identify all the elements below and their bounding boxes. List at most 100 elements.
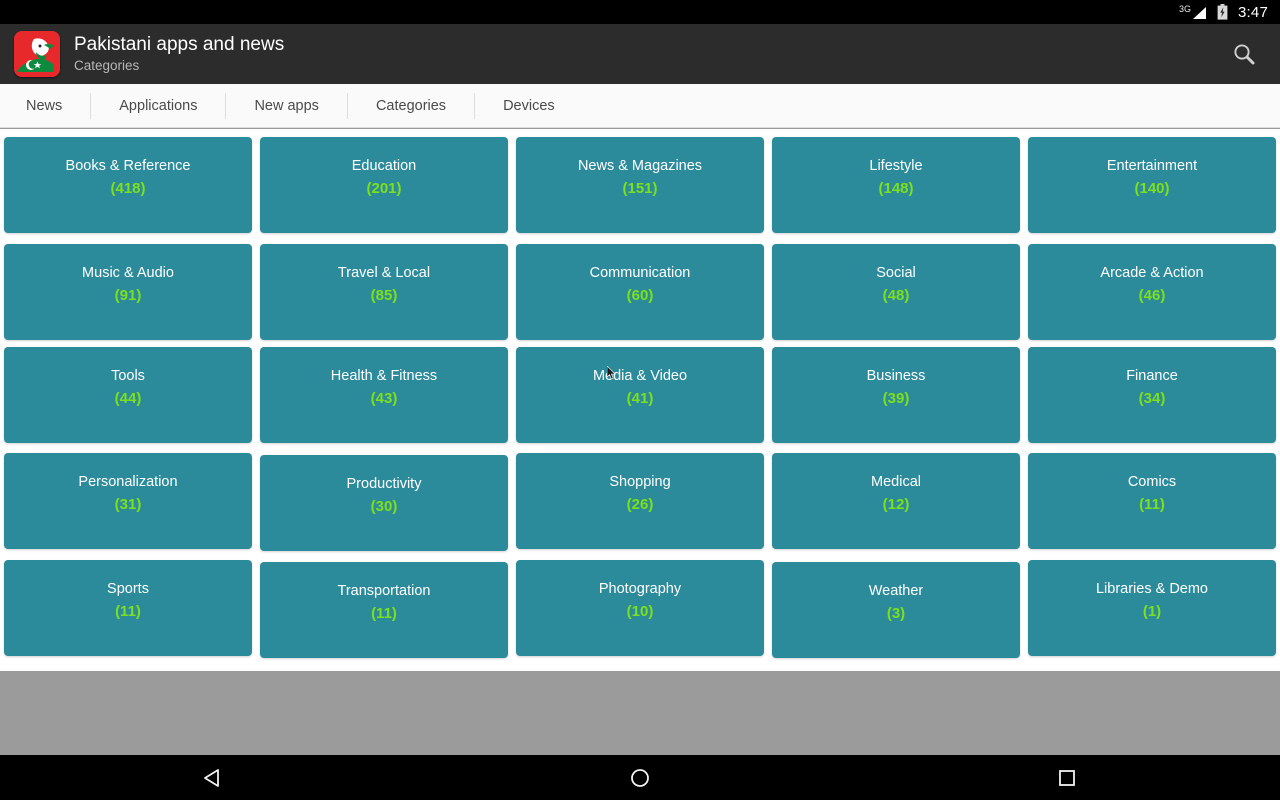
category-count: (43) xyxy=(370,390,398,407)
category-count: (3) xyxy=(886,605,906,622)
category-name: Health & Fitness xyxy=(330,368,438,384)
status-bar: 3G 3:47 xyxy=(0,0,1280,24)
pakistan-flag-app-icon xyxy=(14,31,60,77)
recents-button[interactable] xyxy=(1007,755,1127,800)
android-screen: 3G 3:47 Pakistani apps and news Categori… xyxy=(0,0,1280,800)
category-name: Music & Audio xyxy=(82,265,174,281)
category-tile-personalization[interactable]: Personalization (31) xyxy=(4,453,252,549)
category-count: (85) xyxy=(370,287,398,304)
category-cell: News & Magazines (151) xyxy=(512,135,768,238)
category-tile-lifestyle[interactable]: Lifestyle (148) xyxy=(772,137,1020,233)
category-name: Libraries & Demo xyxy=(1095,581,1208,597)
home-nav-icon xyxy=(631,768,649,787)
category-name: Education xyxy=(351,158,417,174)
tab-categories[interactable]: Categories xyxy=(346,92,474,119)
category-grid[interactable]: Books & Reference (418) Education (201) … xyxy=(0,129,1280,671)
category-tile-libraries-demo[interactable]: Libraries & Demo (1) xyxy=(1028,560,1276,656)
category-tile-productivity[interactable]: Productivity (30) xyxy=(260,455,508,551)
category-tile-arcade-action[interactable]: Arcade & Action (46) xyxy=(1028,244,1276,340)
category-count: (201) xyxy=(366,180,402,197)
category-tile-music-audio[interactable]: Music & Audio (91) xyxy=(4,244,252,340)
category-cell: Entertainment (140) xyxy=(1024,135,1280,238)
category-count: (140) xyxy=(1134,180,1170,197)
category-tile-news-magazines[interactable]: News & Magazines (151) xyxy=(516,137,764,233)
category-tile-travel-local[interactable]: Travel & Local (85) xyxy=(260,244,508,340)
category-tile-social[interactable]: Social (48) xyxy=(772,244,1020,340)
empty-background-area xyxy=(0,671,1280,755)
category-tile-tools[interactable]: Tools (44) xyxy=(4,347,252,443)
home-button[interactable] xyxy=(580,755,700,800)
category-tile-business[interactable]: Business (39) xyxy=(772,347,1020,443)
category-count: (148) xyxy=(878,180,914,197)
category-name: Business xyxy=(866,368,926,384)
category-name: Weather xyxy=(868,583,924,599)
category-count: (44) xyxy=(114,390,142,407)
category-tile-transportation[interactable]: Transportation (11) xyxy=(260,562,508,658)
category-count: (12) xyxy=(882,496,910,513)
category-name: Tools xyxy=(111,368,145,384)
category-name: Comics xyxy=(1127,474,1177,490)
category-count: (11) xyxy=(371,605,397,622)
category-count: (39) xyxy=(882,390,910,407)
category-tile-photography[interactable]: Photography (10) xyxy=(516,560,764,656)
system-navigation-bar xyxy=(0,755,1280,800)
search-button[interactable] xyxy=(1218,28,1270,80)
category-tile-education[interactable]: Education (201) xyxy=(260,137,508,233)
category-cell: Lifestyle (148) xyxy=(768,135,1024,238)
page-title: Pakistani apps and news xyxy=(74,34,285,55)
category-count: (10) xyxy=(626,603,654,620)
category-tile-finance[interactable]: Finance (34) xyxy=(1028,347,1276,443)
category-cell: Transportation (11) xyxy=(256,556,512,663)
action-bar: Pakistani apps and news Categories xyxy=(0,24,1280,84)
category-count: (31) xyxy=(114,496,142,513)
category-count: (1) xyxy=(1142,603,1162,620)
category-tile-health-fitness[interactable]: Health & Fitness (43) xyxy=(260,347,508,443)
category-name: Entertainment xyxy=(1106,158,1198,174)
category-cell: Education (201) xyxy=(256,135,512,238)
category-tile-medical[interactable]: Medical (12) xyxy=(772,453,1020,549)
category-row: Sports (11) Transportation (11) Photogra… xyxy=(0,556,1280,663)
category-name: Finance xyxy=(1126,368,1178,384)
category-name: Sports xyxy=(107,581,149,597)
tab-news[interactable]: News xyxy=(0,93,90,119)
category-count: (11) xyxy=(115,603,141,620)
category-count: (48) xyxy=(882,287,910,304)
category-count: (41) xyxy=(626,390,654,407)
category-tile-media-video[interactable]: Media & Video (41) xyxy=(516,347,764,443)
category-count: (34) xyxy=(1138,390,1166,407)
category-tile-sports[interactable]: Sports (11) xyxy=(4,560,252,656)
category-row: Personalization (31) Productivity (30) S… xyxy=(0,448,1280,556)
category-tile-entertainment[interactable]: Entertainment (140) xyxy=(1028,137,1276,233)
category-tile-books-reference[interactable]: Books & Reference (418) xyxy=(4,137,252,233)
back-button[interactable] xyxy=(153,755,273,800)
category-cell: Travel & Local (85) xyxy=(256,238,512,345)
category-name: Transportation xyxy=(337,583,431,599)
category-name: Arcade & Action xyxy=(1100,265,1204,281)
tab-bar: News Applications New apps Categories De… xyxy=(0,84,1280,128)
category-name: Books & Reference xyxy=(65,158,191,174)
category-row: Books & Reference (418) Education (201) … xyxy=(0,135,1280,238)
category-count: (11) xyxy=(1139,496,1165,513)
tab-applications[interactable]: Applications xyxy=(90,92,225,119)
page-subtitle: Categories xyxy=(74,58,140,73)
category-row: Tools (44) Health & Fitness (43) Media &… xyxy=(0,345,1280,448)
tab-new-apps[interactable]: New apps xyxy=(225,92,346,119)
category-cell: Sports (11) xyxy=(0,556,256,663)
category-tile-comics[interactable]: Comics (11) xyxy=(1028,453,1276,549)
tab-devices[interactable]: Devices xyxy=(474,92,583,119)
category-tile-weather[interactable]: Weather (3) xyxy=(772,562,1020,658)
category-name: Medical xyxy=(871,474,921,490)
category-count: (26) xyxy=(626,496,654,513)
category-tile-communication[interactable]: Communication (60) xyxy=(516,244,764,340)
category-name: Travel & Local xyxy=(337,265,431,281)
category-count: (60) xyxy=(626,287,654,304)
category-cell: Comics (11) xyxy=(1024,448,1280,556)
category-cell: Productivity (30) xyxy=(256,448,512,556)
category-tile-shopping[interactable]: Shopping (26) xyxy=(516,453,764,549)
category-name: Productivity xyxy=(346,476,422,492)
category-name: Personalization xyxy=(78,474,178,490)
status-bar-clock: 3:47 xyxy=(1238,3,1268,21)
recents-nav-icon xyxy=(1058,769,1075,786)
back-nav-icon xyxy=(204,768,220,787)
network-type-label: 3G xyxy=(1178,4,1191,14)
